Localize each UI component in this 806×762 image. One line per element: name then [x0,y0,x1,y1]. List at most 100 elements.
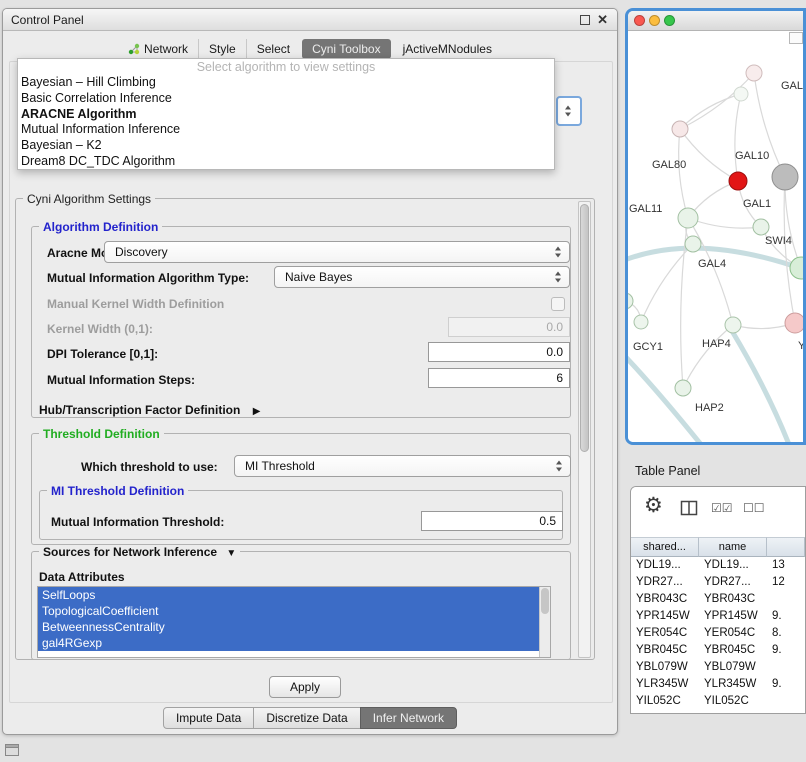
network-edge-thick[interactable] [732,331,790,442]
deselect-all-icon[interactable]: ☐☐ [743,501,765,515]
network-node[interactable] [790,257,803,279]
column-header[interactable]: shared... [631,537,699,557]
column-selector-icon[interactable] [680,500,698,516]
network-graph: GAL80GAL10GAL11GAL1SWI4GAL4GCY1HAP4HAP2G… [628,31,803,442]
algorithm-option[interactable]: Bayesian – K2 [18,138,554,154]
network-node[interactable] [746,65,762,81]
tab-label: Network [144,42,188,56]
table-cell: YBR045C [631,642,699,659]
attribute-list-item[interactable]: BetweennessCentrality [38,619,539,635]
close-traffic-light-icon[interactable] [634,15,645,26]
network-node[interactable] [734,87,748,101]
network-edge[interactable] [680,129,738,181]
algorithm-combobox-spinner[interactable] [556,96,582,126]
network-edge[interactable] [735,94,741,181]
minimize-traffic-light-icon[interactable] [649,15,660,26]
column-header[interactable]: name [699,537,767,557]
table-row[interactable]: YER054CYER054C8. [631,625,805,642]
attribute-list-scrollbar[interactable] [539,587,550,657]
algorithm-option[interactable]: Basic Correlation Inference [18,91,554,107]
aracne-mode-combobox[interactable]: Discovery [104,241,570,263]
select-all-icon[interactable]: ☑☑ [711,501,733,515]
aracne-mode-value: Discovery [115,245,168,259]
table-cell: YDR27... [631,574,699,591]
mi-steps-field[interactable]: 6 [428,368,570,388]
network-edge[interactable] [785,177,801,268]
table-cell: YER054C [631,625,699,642]
close-icon[interactable]: ✕ [597,12,608,28]
table-cell [767,591,805,608]
apply-button[interactable]: Apply [269,676,341,698]
tab-label: jActiveMNodules [403,42,492,56]
network-node[interactable] [729,172,747,190]
network-edge[interactable] [688,218,761,228]
network-edge-thick[interactable] [628,353,703,442]
table-row[interactable]: YLR345WYLR345W9. [631,676,805,693]
network-node[interactable] [678,208,698,228]
bottom-tab-discretize-data[interactable]: Discretize Data [253,707,360,729]
algorithm-option[interactable]: Mutual Information Inference [18,122,554,138]
column-header[interactable] [767,537,805,557]
table-row[interactable]: YDR27...YDR27...12 [631,574,805,591]
hub-definition-toggle[interactable]: Hub/Transcription Factor Definition ▶ [39,401,261,417]
minimized-window-icon[interactable] [5,744,19,756]
network-node[interactable] [725,317,741,333]
tab-network[interactable]: Network [118,39,198,59]
network-edge[interactable] [683,325,733,388]
table-row[interactable]: YBR045CYBR045C9. [631,642,805,659]
manual-kernel-label: Manual Kernel Width Definition [47,297,224,311]
network-edge[interactable] [688,218,733,325]
bottom-tab-impute-data[interactable]: Impute Data [163,707,254,729]
attribute-list-items: SelfLoopsTopologicalCoefficientBetweenne… [38,587,539,651]
table-row[interactable]: YIL052CYIL052C [631,693,805,710]
tab-select[interactable]: Select [246,39,300,59]
network-node[interactable] [785,313,803,333]
table-row[interactable]: YDL19...YDL19...13 [631,557,805,574]
network-node[interactable] [772,164,798,190]
algorithm-option[interactable]: Dream8 DC_TDC Algorithm [18,154,554,170]
control-panel-window: Control Panel ✕ Network StyleSelectCyni T… [2,8,618,735]
threshold-select-combobox[interactable]: MI Threshold [234,455,571,477]
tab-jactivemnodules[interactable]: jActiveMNodules [393,39,502,59]
table-cell: 9. [767,676,805,693]
settings-scrollbar[interactable] [578,201,591,658]
attribute-list-item[interactable]: gal4RGexp [38,635,539,651]
dpi-tolerance-field[interactable]: 0.0 [428,342,570,362]
table-row[interactable]: YBR043CYBR043C [631,591,805,608]
network-node[interactable] [753,219,769,235]
mi-threshold-field[interactable]: 0.5 [421,511,563,531]
hub-definition-label: Hub/Transcription Factor Definition [39,403,240,417]
algorithm-option[interactable]: ARACNE Algorithm [18,107,554,123]
scrollbar-thumb[interactable] [580,204,589,452]
network-node[interactable] [672,121,688,137]
data-attributes-label: Data Attributes [39,570,125,584]
network-node[interactable] [634,315,648,329]
settings-gear-icon[interactable]: ⚙ [644,493,663,518]
float-icon[interactable] [580,15,590,25]
combo-arrows-icon [556,461,563,472]
zoom-traffic-light-icon[interactable] [664,15,675,26]
attribute-list-item[interactable]: SelfLoops [38,587,539,603]
network-node[interactable] [675,380,691,396]
attribute-list-item[interactable]: TopologicalCoefficient [38,603,539,619]
dpi-tolerance-label: DPI Tolerance [0,1]: [47,347,158,361]
network-canvas[interactable]: GAL80GAL10GAL11GAL1SWI4GAL4GCY1HAP4HAP2G… [628,31,803,442]
kernel-width-field: 0.0 [448,317,570,337]
network-node[interactable] [685,236,701,252]
mi-steps-label: Mutual Information Steps: [47,373,195,387]
mi-threshold-title: MI Threshold Definition [47,484,188,498]
network-node[interactable] [628,293,633,309]
control-panel-titlebar: Control Panel ✕ [3,9,617,31]
table-row[interactable]: YPR145WYPR145W9. [631,608,805,625]
tab-style[interactable]: Style [198,39,246,59]
bottom-tab-infer-network[interactable]: Infer Network [360,707,457,729]
network-edge[interactable] [679,129,688,218]
network-edge[interactable] [641,244,693,322]
algorithm-option[interactable]: Bayesian – Hill Climbing [18,75,554,91]
sources-toggle[interactable]: Sources for Network Inference ▼ [39,545,240,559]
node-label: HAP4 [702,338,731,350]
table-row[interactable]: YBL079WYBL079W [631,659,805,676]
mi-type-combobox[interactable]: Naive Bayes [274,266,570,288]
network-window-titlebar [628,11,803,31]
tab-cyni-toolbox[interactable]: Cyni Toolbox [302,39,390,59]
